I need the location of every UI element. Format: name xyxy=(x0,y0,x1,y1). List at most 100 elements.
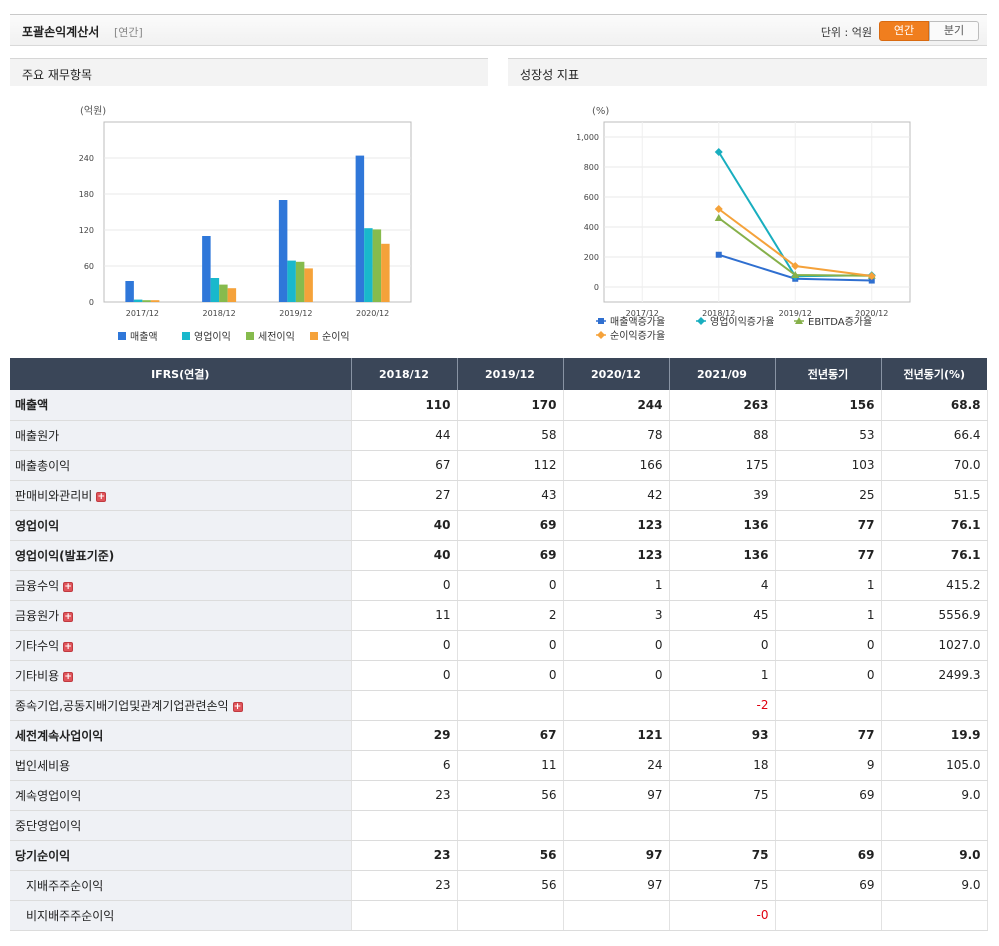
table-cell: 70.0 xyxy=(881,450,988,481)
legend-marker xyxy=(598,318,604,324)
table-cell: 0 xyxy=(775,630,882,661)
quarter-toggle-button[interactable]: 분기 xyxy=(929,21,979,41)
header-col-5: 전년동기 xyxy=(775,358,882,390)
bar-3 xyxy=(295,261,305,302)
table-header-row: IFRS(연결) 2018/12 2019/12 2020/12 2021/09 전년동기… xyxy=(10,358,987,390)
table-row: 매출총이익 67 112 166 175 103 70.0 xyxy=(10,450,988,481)
table-cell: 45 xyxy=(669,600,776,631)
x-tick-label: 2018/12 xyxy=(203,309,236,318)
table-cell: 1 xyxy=(775,600,882,631)
table-cell: 23 xyxy=(351,780,458,811)
x-tick-label: 2017/12 xyxy=(126,309,159,318)
table-row: 기타수익 +0 0 0 0 0 1027.0 xyxy=(10,630,988,661)
table-cell: 75 xyxy=(669,780,776,811)
legend-marker xyxy=(597,331,605,339)
bar-2 xyxy=(287,260,296,302)
table-cell: 1 xyxy=(775,570,882,601)
row-label: 법인세비용 xyxy=(10,750,352,781)
expand-plus-icon[interactable]: + xyxy=(96,491,107,502)
row-label-text: 계속영업이익 xyxy=(15,788,82,803)
table-cell: 77 xyxy=(775,510,882,541)
table-cell: 0 xyxy=(351,630,458,661)
table-cell: 166 xyxy=(563,450,670,481)
table-cell: 263 xyxy=(669,390,776,421)
table-cell: 75 xyxy=(669,870,776,901)
table-cell: 0 xyxy=(351,570,458,601)
row-label: 기타수익 + xyxy=(10,630,352,661)
row-label: 매출원가 xyxy=(10,420,352,451)
header-col-2: 2019/12 xyxy=(457,358,564,390)
row-label: 중단영업이익 xyxy=(10,810,352,841)
table-cell: 88 xyxy=(669,420,776,451)
table-cell xyxy=(775,900,882,931)
table-row: 법인세비용 6 11 24 18 9 105.0 xyxy=(10,750,988,781)
table-cell: 19.9 xyxy=(881,720,988,751)
table-cell: 3 xyxy=(563,600,670,631)
table-cell: 121 xyxy=(563,720,670,751)
table-row: 세전계속사업이익 29 67 121 93 77 19.9 xyxy=(10,720,988,751)
table-cell: 44 xyxy=(351,420,458,451)
bar-4 xyxy=(304,268,313,302)
table-cell: 76.1 xyxy=(881,540,988,571)
header-ifrs: IFRS(연결) xyxy=(10,358,352,390)
row-label-text: 금융원가 xyxy=(15,608,60,623)
y-axis-unit: (억원) xyxy=(80,105,106,117)
expand-plus-icon[interactable]: + xyxy=(232,701,243,712)
table-row: 비지배주주순이익 -0 xyxy=(10,900,988,931)
y-tick-label: 200 xyxy=(584,253,599,262)
bar-3 xyxy=(219,284,228,302)
table-cell: 40 xyxy=(351,510,458,541)
row-label-text: 매출총이익 xyxy=(15,458,71,473)
table-cell: 18 xyxy=(669,750,776,781)
expand-plus-icon[interactable]: + xyxy=(63,581,74,592)
row-label-text: 영업이익(발표기준) xyxy=(15,548,115,563)
row-label: 영업이익(발표기준) xyxy=(10,540,352,571)
row-label-text: 지배주주순이익 xyxy=(26,878,104,893)
table-cell: -2 xyxy=(669,690,776,721)
expand-plus-icon[interactable]: + xyxy=(63,611,74,622)
table-cell xyxy=(457,810,564,841)
row-label-text: 비지배주주순이익 xyxy=(26,908,115,923)
series-point-1 xyxy=(715,251,722,258)
expand-plus-icon[interactable]: + xyxy=(63,671,74,682)
expand-plus-icon[interactable]: + xyxy=(63,641,74,652)
table-cell: 1027.0 xyxy=(881,630,988,661)
row-label-text: 판매비와관리비 xyxy=(15,488,93,503)
table-cell: 9.0 xyxy=(881,870,988,901)
legend-marker xyxy=(697,317,705,325)
legend-label: 세전이익 xyxy=(258,331,295,343)
row-label-text: 중단영업이익 xyxy=(15,818,82,833)
row-label-text: 기타비용 xyxy=(15,668,60,683)
income-statement-table: IFRS(연결) 2018/12 2019/12 2020/12 2021/09 전년동기… xyxy=(10,358,988,931)
table-cell: 244 xyxy=(563,390,670,421)
table-cell: 0 xyxy=(457,570,564,601)
row-label: 판매비와관리비 + xyxy=(10,480,352,511)
x-tick-label: 2019/12 xyxy=(279,309,312,318)
row-label: 계속영업이익 xyxy=(10,780,352,811)
table-row: 영업이익(발표기준) 40 69 123 136 77 76.1 xyxy=(10,540,988,571)
x-tick-label: 2020/12 xyxy=(356,309,389,318)
table-cell: 0 xyxy=(775,660,882,691)
table-cell: 97 xyxy=(563,870,670,901)
table-cell: 69 xyxy=(775,780,882,811)
table-body: 매출액 110 170 244 263 156 68.8 매출원가 44 58 78 88 53 66.4… xyxy=(10,390,988,931)
table-row: 매출액 110 170 244 263 156 68.8 xyxy=(10,390,988,421)
growth-panel-title: 성장성 지표 xyxy=(520,68,580,82)
table-cell: 156 xyxy=(775,390,882,421)
bar-4 xyxy=(381,243,390,302)
table-cell xyxy=(669,810,776,841)
table-row: 금융원가 +11 2 3 45 1 5556.9 xyxy=(10,600,988,631)
table-cell xyxy=(881,690,988,721)
table-row: 기타비용 +0 0 0 1 0 2499.3 xyxy=(10,660,988,691)
header-col-6: 전년동기(%) xyxy=(881,358,987,390)
legend-label: 영업이익증가율 xyxy=(710,315,774,328)
table-cell: 9.0 xyxy=(881,840,988,871)
y-tick-label: 600 xyxy=(584,193,599,202)
bar-1 xyxy=(202,236,211,302)
annual-toggle-button[interactable]: 연간 xyxy=(879,21,929,41)
y-tick-label: 400 xyxy=(584,223,599,232)
bar-3 xyxy=(142,300,151,302)
statement-header: 포괄손익계산서 [연간] 단위 : 억원 연간 분기 xyxy=(10,14,987,46)
table-cell xyxy=(563,690,670,721)
legend-swatch xyxy=(182,332,190,340)
